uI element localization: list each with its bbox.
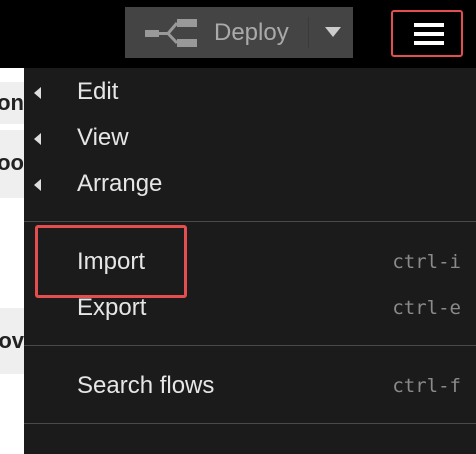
menu-item-export[interactable]: Export ctrl-e	[24, 286, 476, 330]
menu-divider	[24, 221, 476, 222]
menu-item-import[interactable]: Import ctrl-i	[24, 240, 476, 284]
deploy-label: Deploy	[214, 19, 289, 46]
workspace-row[interactable]: lov	[0, 308, 24, 374]
menu-divider	[24, 423, 476, 424]
workspace-row-label: con	[0, 90, 24, 115]
menu-divider	[24, 345, 476, 346]
workspace-row-label: lov	[0, 328, 24, 353]
workspace-row[interactable]: roo	[0, 130, 24, 198]
menu-item-edit[interactable]: Edit	[24, 70, 476, 114]
menu-item-shortcut: ctrl-e	[392, 297, 461, 319]
menu-item-shortcut: ctrl-i	[392, 251, 461, 273]
workspace-row[interactable]: con	[0, 82, 24, 124]
caret-left-icon	[34, 133, 41, 145]
workspace-edge: con roo lov	[0, 68, 24, 454]
menu-item-view[interactable]: View	[24, 116, 476, 160]
menu-item-label: Export	[77, 294, 147, 321]
caret-left-icon	[34, 179, 41, 191]
menu-item-label: Arrange	[77, 170, 163, 197]
caret-left-icon	[34, 87, 41, 99]
header-bar: Deploy	[0, 0, 476, 68]
deploy-button[interactable]: Deploy	[125, 7, 353, 58]
menu-item-label: Import	[77, 248, 146, 275]
menu-item-shortcut: ctrl-f	[392, 375, 461, 397]
main-menu-button[interactable]	[391, 10, 463, 57]
menu-item-label: View	[77, 124, 129, 151]
hamburger-icon	[414, 23, 444, 45]
main-menu-dropdown: Edit View Arrange Import ctrl-i Export c…	[24, 68, 476, 454]
deploy-divider	[308, 17, 309, 48]
menu-item-search-flows[interactable]: Search flows ctrl-f	[24, 364, 476, 408]
menu-item-arrange[interactable]: Arrange	[24, 162, 476, 206]
flow-nodes-icon	[145, 19, 197, 47]
menu-item-label: Edit	[77, 78, 119, 105]
menu-item-label: Search flows	[77, 372, 215, 399]
workspace-row-label: roo	[0, 150, 24, 175]
chevron-down-icon[interactable]	[325, 27, 341, 37]
